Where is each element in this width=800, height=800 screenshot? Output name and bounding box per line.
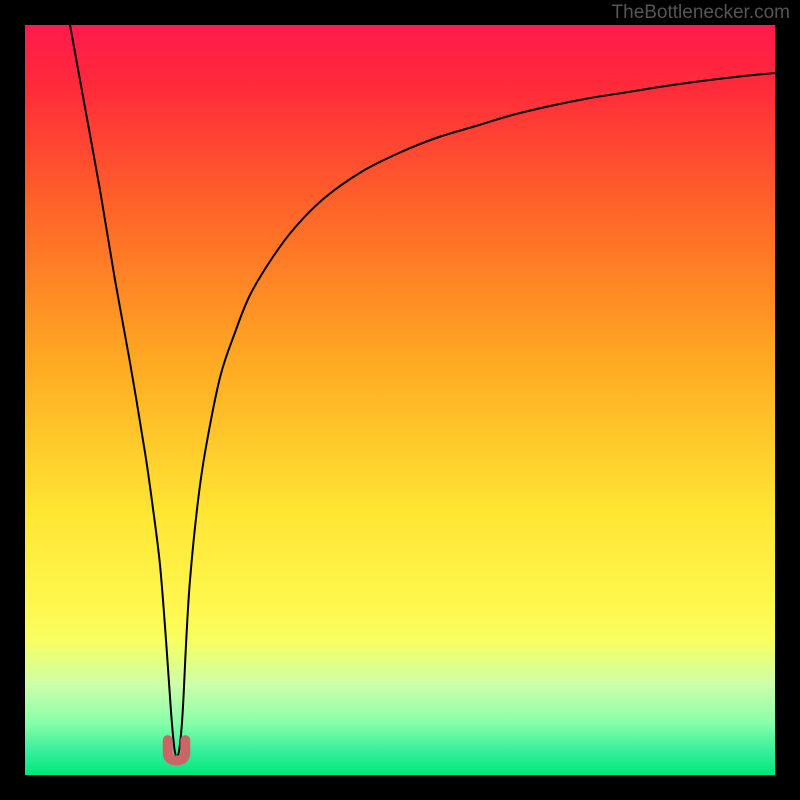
chart-background bbox=[25, 25, 775, 775]
chart-svg bbox=[25, 25, 775, 775]
chart-area bbox=[25, 25, 775, 775]
watermark-text: TheBottlenecker.com bbox=[612, 2, 790, 24]
